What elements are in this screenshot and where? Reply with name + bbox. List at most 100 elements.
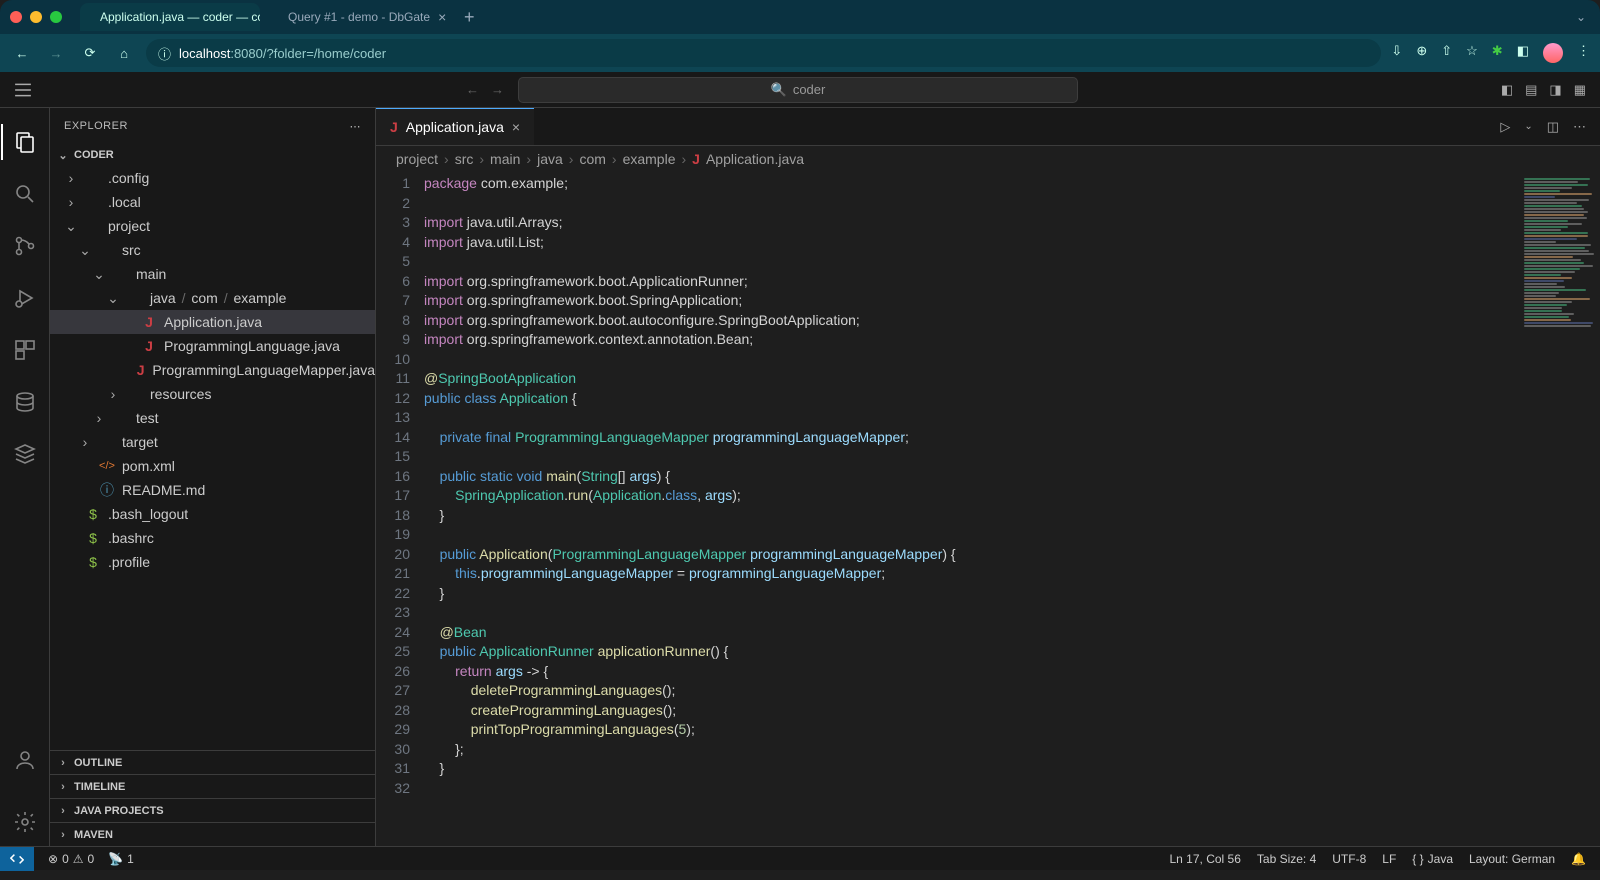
nav-back-button[interactable]: ← — [462, 78, 483, 101]
forward-button[interactable]: → — [44, 41, 68, 65]
tree-item[interactable]: ›target — [50, 430, 375, 454]
split-editor-button[interactable]: ◫ — [1547, 119, 1559, 135]
command-center[interactable]: 🔍 coder — [518, 77, 1078, 103]
tree-label: ProgrammingLanguage.java — [164, 338, 340, 354]
browser-tab-inactive[interactable]: Query #1 - demo - DbGate × — [268, 3, 448, 31]
maximize-window-button[interactable] — [50, 11, 62, 23]
customize-layout-icon[interactable]: ▦ — [1574, 82, 1586, 98]
tab-list-button[interactable]: ⌄ — [1572, 6, 1590, 28]
breadcrumb[interactable]: project›src›main›java›com›example›J Appl… — [376, 146, 1600, 172]
tree-item[interactable]: JApplication.java — [50, 310, 375, 334]
install-icon[interactable]: ⇩ — [1391, 43, 1402, 63]
tree-label: .config — [108, 170, 149, 186]
minimap[interactable] — [1520, 172, 1600, 846]
close-tab-button[interactable]: × — [438, 9, 446, 25]
address-bar[interactable]: ⓘ localhost:8080/?folder=/home/coder — [146, 39, 1381, 67]
code-content[interactable]: package com.example;import java.util.Arr… — [424, 172, 1600, 846]
breadcrumb-segment[interactable]: src — [455, 151, 474, 167]
code-editor[interactable]: 1234567891011121314151617181920212223242… — [376, 172, 1600, 846]
toggle-panel-icon[interactable]: ▤ — [1525, 82, 1537, 98]
toggle-secondary-icon[interactable]: ◨ — [1549, 82, 1561, 98]
activity-extensions[interactable] — [1, 326, 49, 374]
activity-database[interactable] — [1, 378, 49, 426]
home-button[interactable]: ⌂ — [112, 41, 136, 65]
nav-forward-button[interactable]: → — [487, 78, 508, 101]
panel-java-projects[interactable]: ›JAVA PROJECTS — [50, 798, 375, 822]
antenna-icon: 📡 — [108, 852, 123, 866]
tree-item[interactable]: JProgrammingLanguageMapper.java — [50, 358, 375, 382]
eol[interactable]: LF — [1382, 852, 1396, 866]
run-button[interactable]: ▷ — [1500, 119, 1510, 135]
back-button[interactable]: ← — [10, 41, 34, 65]
profile-avatar[interactable] — [1543, 43, 1563, 63]
tree-item[interactable]: ⌄src — [50, 238, 375, 262]
tree-item[interactable]: ⌄project — [50, 214, 375, 238]
activity-debug[interactable] — [1, 274, 49, 322]
site-info-icon[interactable]: ⓘ — [158, 44, 171, 63]
activity-explorer[interactable] — [1, 118, 49, 166]
app-menu-button[interactable] — [14, 81, 32, 99]
editor-tab-active[interactable]: J Application.java × — [376, 108, 534, 145]
remote-indicator[interactable] — [0, 847, 34, 871]
panel-timeline[interactable]: ›TIMELINE — [50, 774, 375, 798]
tree-item[interactable]: ›.config — [50, 166, 375, 190]
indentation[interactable]: Tab Size: 4 — [1257, 852, 1316, 866]
tree-item[interactable]: ›.local — [50, 190, 375, 214]
breadcrumb-separator: › — [526, 151, 531, 167]
notifications-button[interactable]: 🔔 — [1571, 852, 1586, 866]
tree-item[interactable]: ⌄main — [50, 262, 375, 286]
tree-item[interactable]: </>pom.xml — [50, 454, 375, 478]
bookmark-icon[interactable]: ☆ — [1466, 43, 1478, 63]
breadcrumb-segment[interactable]: main — [490, 151, 520, 167]
browser-tab-active[interactable]: Application.java — coder — co… × — [80, 3, 260, 31]
xml-icon: </> — [98, 460, 116, 472]
new-tab-button[interactable]: + — [456, 7, 483, 28]
activity-settings[interactable] — [1, 798, 49, 846]
breadcrumb-segment[interactable]: Application.java — [706, 151, 804, 167]
panel-maven[interactable]: ›MAVEN — [50, 822, 375, 846]
reload-button[interactable]: ⟳ — [78, 41, 102, 65]
panel-outline[interactable]: ›OUTLINE — [50, 750, 375, 774]
tree-item[interactable]: JProgrammingLanguage.java — [50, 334, 375, 358]
close-window-button[interactable] — [10, 11, 22, 23]
tree-item[interactable]: ›test — [50, 406, 375, 430]
tree-item[interactable]: $.bash_logout — [50, 502, 375, 526]
close-tab-button[interactable]: × — [512, 119, 520, 135]
language-mode[interactable]: { } Java — [1412, 852, 1453, 866]
tree-item[interactable]: ⌄java / com / example — [50, 286, 375, 310]
twisty-icon: ⌄ — [64, 218, 78, 235]
browser-actions: ⇩ ⊕ ⇧ ☆ ✱ ◧ ⋮ — [1391, 43, 1590, 63]
tree-item[interactable]: $.profile — [50, 550, 375, 574]
breadcrumb-segment[interactable]: java — [537, 151, 563, 167]
breadcrumb-segment[interactable]: example — [623, 151, 676, 167]
activity-search[interactable] — [1, 170, 49, 218]
run-menu-button[interactable]: ⌄ — [1524, 121, 1532, 132]
activity-stack[interactable] — [1, 430, 49, 478]
zoom-icon[interactable]: ⊕ — [1416, 43, 1427, 63]
sidepanel-icon[interactable]: ◧ — [1517, 43, 1529, 63]
cursor-position[interactable]: Ln 17, Col 56 — [1170, 852, 1241, 866]
minimize-window-button[interactable] — [30, 11, 42, 23]
menu-icon[interactable]: ⋮ — [1577, 43, 1590, 63]
ports-button[interactable]: 📡1 — [108, 852, 134, 866]
tree-item[interactable]: ›resources — [50, 382, 375, 406]
tree-item[interactable]: ⓘREADME.md — [50, 478, 375, 502]
tab-label: Query #1 - demo - DbGate — [288, 10, 430, 24]
encoding[interactable]: UTF-8 — [1332, 852, 1366, 866]
activity-account[interactable] — [1, 736, 49, 784]
keyboard-layout[interactable]: Layout: German — [1469, 852, 1555, 866]
sidebar-actions-icon[interactable]: ⋯ — [350, 120, 362, 133]
workspace-section[interactable]: ⌄ CODER — [50, 144, 375, 166]
breadcrumb-segment[interactable]: com — [579, 151, 605, 167]
activity-source-control[interactable] — [1, 222, 49, 270]
chevron-down-icon: ⌄ — [56, 149, 70, 162]
toggle-sidebar-icon[interactable]: ◧ — [1501, 82, 1513, 98]
extensions-icon[interactable]: ✱ — [1492, 43, 1503, 63]
more-actions-button[interactable]: ⋯ — [1573, 119, 1586, 135]
problems-button[interactable]: ⊗0 ⚠0 — [48, 852, 94, 866]
share-icon[interactable]: ⇧ — [1441, 43, 1452, 63]
file-tree[interactable]: ›.config›.local⌄project⌄src⌄main⌄java / … — [50, 166, 375, 750]
breadcrumb-segment[interactable]: project — [396, 151, 438, 167]
tree-item[interactable]: $.bashrc — [50, 526, 375, 550]
tree-label: README.md — [122, 482, 205, 498]
